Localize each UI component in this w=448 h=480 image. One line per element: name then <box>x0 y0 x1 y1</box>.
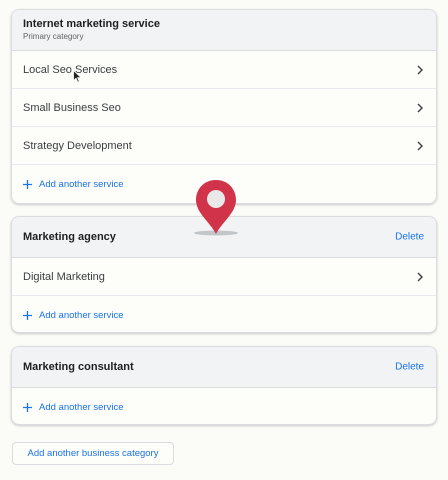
service-row[interactable]: Strategy Development <box>12 127 436 165</box>
mouse-pointer-icon <box>73 70 82 83</box>
plus-icon <box>23 310 32 320</box>
chevron-right-icon <box>417 103 423 112</box>
map-pin-icon <box>194 180 238 236</box>
service-label: Small Business Seo <box>23 101 121 114</box>
chevron-right-icon <box>417 141 423 150</box>
add-service-label: Add another service <box>39 401 124 413</box>
add-service-label: Add another service <box>39 309 124 321</box>
category-subtitle: Primary category <box>23 32 84 41</box>
add-business-category-button[interactable]: Add another business category <box>12 442 174 465</box>
category-title: Internet marketing service <box>23 18 160 30</box>
service-label: Strategy Development <box>23 139 132 152</box>
service-label: Digital Marketing <box>23 270 105 283</box>
category-title: Marketing agency <box>23 231 116 243</box>
add-service-button[interactable]: Add another service <box>12 388 436 424</box>
service-row[interactable]: Digital Marketing <box>12 258 436 296</box>
category-card-primary: Internet marketing service Primary categ… <box>11 9 437 204</box>
plus-icon <box>23 402 32 412</box>
category-header: Internet marketing service Primary categ… <box>12 10 436 51</box>
chevron-right-icon <box>417 65 423 74</box>
delete-category-button[interactable]: Delete <box>395 232 424 243</box>
service-row[interactable]: Small Business Seo <box>12 89 436 127</box>
add-service-button[interactable]: Add another service <box>12 296 436 332</box>
category-header: Marketing consultant Delete <box>12 347 436 388</box>
add-service-label: Add another service <box>39 178 124 190</box>
plus-icon <box>23 179 32 189</box>
chevron-right-icon <box>417 272 423 281</box>
service-label: Local Seo Services <box>23 63 118 76</box>
delete-category-button[interactable]: Delete <box>395 362 424 373</box>
category-title: Marketing consultant <box>23 361 134 373</box>
category-card: Marketing consultant Delete Add another … <box>11 346 437 425</box>
